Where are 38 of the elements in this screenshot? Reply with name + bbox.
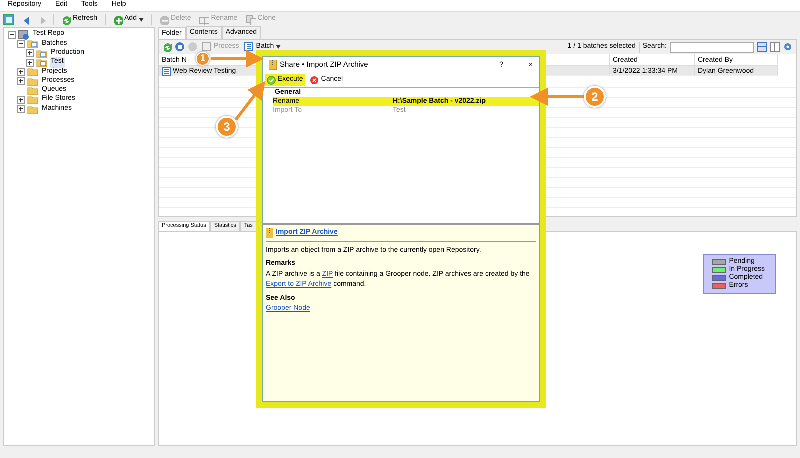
clone-icon [246,14,256,24]
repository-icon [18,29,30,40]
batch-icon [162,67,171,76]
expand-icon[interactable] [26,49,34,58]
expand-icon[interactable] [17,105,25,114]
settings-icon[interactable] [783,42,793,52]
zip-icon [266,228,273,238]
folder-icon [36,57,48,68]
delete-icon [158,14,169,24]
add-icon [112,14,123,24]
collapse-icon[interactable] [8,30,16,39]
expand-icon[interactable] [17,77,25,86]
horizontal-layout-icon[interactable] [757,42,767,52]
expand-icon[interactable] [17,96,25,104]
callout-arrow [234,81,266,121]
zip-icon [269,60,277,70]
check-icon [267,76,276,84]
cancel-icon [310,76,320,84]
callout-arrow [211,50,264,68]
collapse-icon[interactable] [17,40,25,48]
folder-icon [27,94,39,106]
vertical-layout-icon[interactable] [770,42,780,52]
stop-icon[interactable] [175,42,185,52]
expand-icon[interactable] [17,68,25,76]
folder-icon [36,48,48,59]
expand-icon[interactable] [26,58,34,67]
folder-icon [27,76,39,87]
folder-icon [27,66,39,78]
rename-icon [199,14,210,24]
folder-icon [27,84,39,96]
folder-icon [27,38,39,50]
list-icon [244,42,254,52]
search-field[interactable] [670,42,754,52]
refresh-icon[interactable] [162,42,172,52]
callout-arrow [530,88,584,106]
folder-icon [27,104,39,115]
refresh-icon [61,14,71,24]
repository-icon [3,14,15,26]
